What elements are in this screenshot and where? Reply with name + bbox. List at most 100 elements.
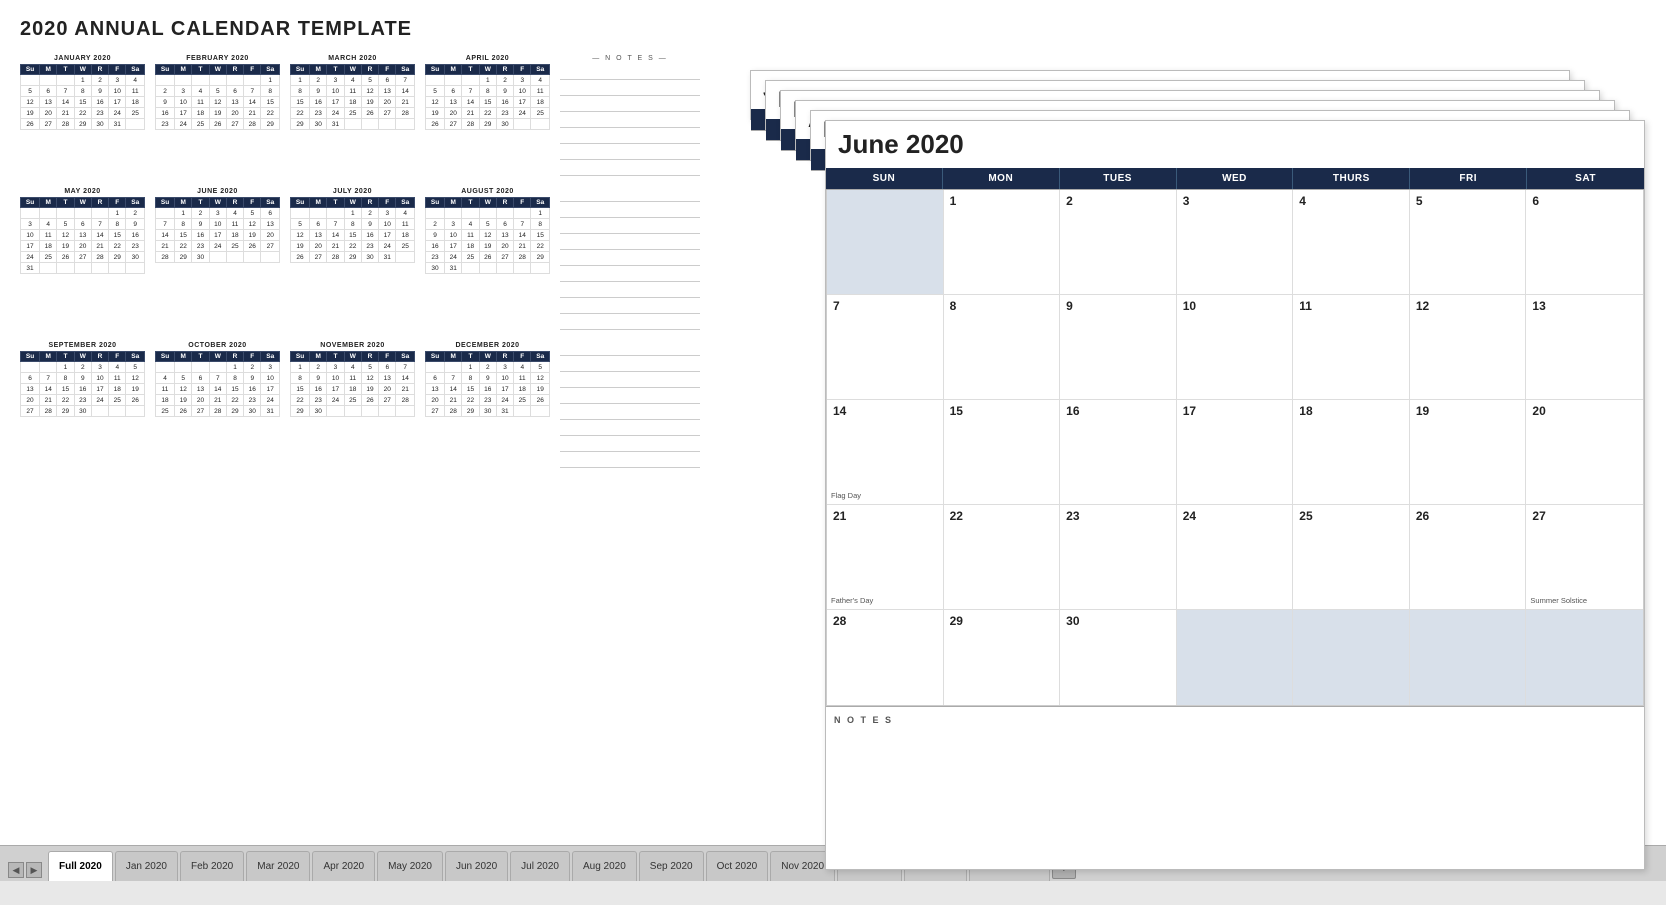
notes-line <box>560 82 700 96</box>
small-cal-aug: AUGUST 2020 SuMTWRFSa 1 2345678 91011121… <box>425 188 550 332</box>
tab-nav-arrows: ◀ ▶ <box>8 862 42 878</box>
cal-day-2: 2 <box>1060 190 1177 294</box>
page-title: 2020 ANNUAL CALENDAR TEMPLATE <box>20 18 1646 41</box>
notes-line <box>560 204 700 218</box>
cal-day-1: 1 <box>944 190 1061 294</box>
tab-apr-2020[interactable]: Apr 2020 <box>312 851 375 881</box>
cal-day-13: 13 <box>1526 295 1643 399</box>
notes-line <box>560 252 700 266</box>
notes-line <box>560 268 700 282</box>
cal-day-17: 17 <box>1177 400 1294 504</box>
header-sun: SUN <box>826 168 943 189</box>
jun-full-title: June 2020 <box>826 121 1644 168</box>
tab-feb-2020[interactable]: Feb 2020 <box>180 851 244 881</box>
cal-day-23: 23 <box>1060 505 1177 609</box>
cal-day-5: 5 <box>1410 190 1527 294</box>
notes-label: N O T E S <box>834 715 893 725</box>
tab-oct-2020[interactable]: Oct 2020 <box>706 851 769 881</box>
small-cal-oct: OCTOBER 2020 SuMTWRFSa 123 45678910 1112… <box>155 342 280 470</box>
small-cal-apr: APRIL 2020 SuMTWRFSa 1234 567891011 1213… <box>425 55 550 178</box>
notes-line <box>560 454 700 468</box>
tab-may-2020[interactable]: May 2020 <box>377 851 443 881</box>
cal-day-15: 15 <box>944 400 1061 504</box>
small-cal-feb: FEBRUARY 2020 SuMTWRFSa 1 2345678 910111… <box>155 55 280 178</box>
notes-line <box>560 390 700 404</box>
notes-line <box>560 114 700 128</box>
notes-title-1: — N O T E S — <box>560 55 700 62</box>
cal-week-2: 7 8 9 10 11 12 13 <box>827 295 1643 400</box>
flag-day-event: Flag Day <box>831 491 861 500</box>
small-cal-mar: MARCH 2020 SuMTWRFSa 1234567 89101112131… <box>290 55 415 178</box>
cal-day-empty-2 <box>1177 610 1294 705</box>
large-cal-notes: N O T E S <box>826 706 1644 776</box>
jun-full-header: SUN MON TUES WED THURS FRI SAT <box>826 168 1644 190</box>
cal-day-empty-5 <box>1526 610 1643 705</box>
cal-day-19: 19 <box>1410 400 1527 504</box>
cal-day-20: 20 <box>1526 400 1643 504</box>
notes-line <box>560 342 700 356</box>
solstice-event: Summer Solstice <box>1530 596 1587 605</box>
header-tues: TUES <box>1060 168 1177 189</box>
tab-jan-2020[interactable]: Jan 2020 <box>115 851 178 881</box>
notes-line <box>560 284 700 298</box>
small-cal-feb-title: FEBRUARY 2020 <box>155 55 280 62</box>
right-side: January 2020 SUN MON TUES WED THURS FRI … <box>700 65 1666 905</box>
tab-sep-2020[interactable]: Sep 2020 <box>639 851 704 881</box>
cal-day-6: 6 <box>1526 190 1643 294</box>
tab-next-arrow[interactable]: ▶ <box>26 862 42 878</box>
small-cal-may: MAY 2020 SuMTWRFSa 12 3456789 1011121314… <box>20 188 145 332</box>
cal-week-1: 1 2 3 4 5 6 <box>827 190 1643 295</box>
notes-line <box>560 130 700 144</box>
calendar-row-2: MAY 2020 SuMTWRFSa 12 3456789 1011121314… <box>20 188 700 332</box>
small-cal-sep-title: SEPTEMBER 2020 <box>20 342 145 349</box>
small-cal-nov-title: NOVEMBER 2020 <box>290 342 415 349</box>
cal-day-12: 12 <box>1410 295 1527 399</box>
small-cal-jan: JANUARY 2020 SuMTWRFSa 1234 567891011 12… <box>20 55 145 178</box>
notes-section-2 <box>560 188 700 332</box>
cal-day-3: 3 <box>1177 190 1294 294</box>
tab-aug-2020[interactable]: Aug 2020 <box>572 851 637 881</box>
small-cal-dec-title: DECEMBER 2020 <box>425 342 550 349</box>
tab-full-2020[interactable]: Full 2020 <box>48 851 113 881</box>
header-mon: MON <box>943 168 1060 189</box>
header-wed: WED <box>1177 168 1294 189</box>
cal-day-11: 11 <box>1293 295 1410 399</box>
main-area: 2020 ANNUAL CALENDAR TEMPLATE JANUARY 20… <box>0 0 1666 845</box>
cal-day-14: 14Flag Day <box>827 400 944 504</box>
cal-day-9: 9 <box>1060 295 1177 399</box>
notes-line <box>560 316 700 330</box>
header-thurs: THURS <box>1293 168 1410 189</box>
cal-day-18: 18 <box>1293 400 1410 504</box>
notes-line <box>560 220 700 234</box>
notes-line <box>560 188 700 202</box>
tab-mar-2020[interactable]: Mar 2020 <box>246 851 310 881</box>
notes-section-3 <box>560 342 700 470</box>
small-cal-may-title: MAY 2020 <box>20 188 145 195</box>
small-cal-aug-title: AUGUST 2020 <box>425 188 550 195</box>
small-cal-dec: DECEMBER 2020 SuMTWRFSa 12345 6789101112… <box>425 342 550 470</box>
cal-day-empty-3 <box>1293 610 1410 705</box>
calendar-row-3: SEPTEMBER 2020 SuMTWRFSa 12345 678910111… <box>20 342 700 470</box>
cal-day-10: 10 <box>1177 295 1294 399</box>
cal-day-25: 25 <box>1293 505 1410 609</box>
small-cal-oct-title: OCTOBER 2020 <box>155 342 280 349</box>
header-fri: FRI <box>1410 168 1527 189</box>
tab-jul-2020[interactable]: Jul 2020 <box>510 851 570 881</box>
cal-week-5: 28 29 30 <box>827 610 1643 705</box>
notes-line <box>560 406 700 420</box>
cal-day-4: 4 <box>1293 190 1410 294</box>
small-cal-apr-title: APRIL 2020 <box>425 55 550 62</box>
fathers-day-event: Father's Day <box>831 596 873 605</box>
notes-line <box>560 162 700 176</box>
cal-day-21: 21Father's Day <box>827 505 944 609</box>
tab-jun-2020[interactable]: Jun 2020 <box>445 851 508 881</box>
cal-day-empty-4 <box>1410 610 1527 705</box>
notes-section-1: — N O T E S — <box>560 55 700 178</box>
small-cal-sep: SEPTEMBER 2020 SuMTWRFSa 12345 678910111… <box>20 342 145 470</box>
cal-day-8: 8 <box>944 295 1061 399</box>
cal-day-22: 22 <box>944 505 1061 609</box>
cal-day-30: 30 <box>1060 610 1177 705</box>
notes-line <box>560 98 700 112</box>
tab-prev-arrow[interactable]: ◀ <box>8 862 24 878</box>
cal-day-7: 7 <box>827 295 944 399</box>
